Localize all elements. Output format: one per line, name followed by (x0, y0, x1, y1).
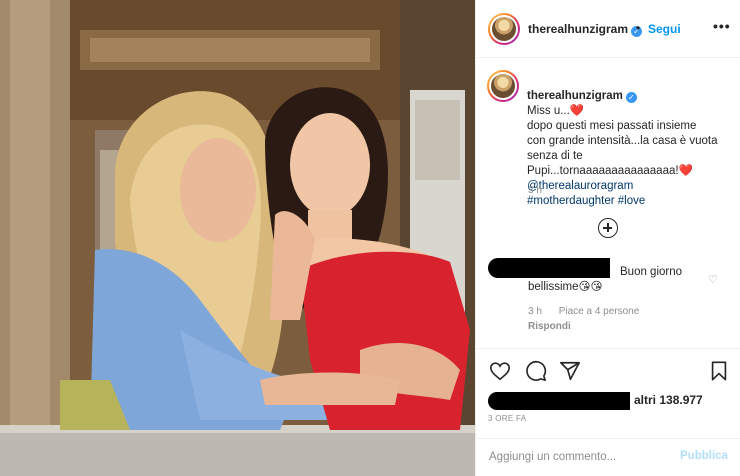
caption-body: Miss u...❤️ dopo questi mesi passati ins… (527, 105, 718, 177)
post-photo[interactable] (0, 0, 475, 476)
caption-tags[interactable]: @therealauroragram #motherdaughter #love (527, 179, 732, 209)
username-text[interactable]: therealhunzigram (528, 22, 628, 36)
photo-illustration (0, 0, 475, 476)
caption-time[interactable]: 3 h (528, 185, 542, 196)
comment-time[interactable]: 3 h (528, 306, 542, 317)
verified-icon: ✓ (625, 92, 637, 103)
more-options-icon[interactable]: ••• (713, 18, 731, 34)
comment-text: Buon giorno bellissime😘😘 (528, 266, 683, 293)
redacted-liker (488, 392, 630, 410)
likes-summary: altri 138.977 (488, 392, 733, 410)
load-more-comments-add-icon[interactable] (598, 218, 618, 238)
caption-username[interactable]: therealhunzigram ✓ (527, 90, 637, 103)
comment-like-icon[interactable]: ♡ (708, 273, 718, 286)
reply-button[interactable]: Rispondi (528, 321, 571, 332)
like-icon[interactable] (489, 360, 511, 382)
separator-dot: • (636, 21, 641, 35)
share-icon[interactable] (559, 360, 581, 382)
avatar[interactable] (488, 13, 520, 45)
publish-button[interactable]: Pubblica (680, 450, 728, 462)
caption-username-text[interactable]: therealhunzigram (527, 90, 623, 102)
caption-text-block: therealhunzigram ✓ Miss u...❤️ dopo quest… (527, 74, 732, 224)
save-icon[interactable] (708, 360, 730, 382)
follow-button[interactable]: Segui (648, 22, 681, 36)
header-username[interactable]: therealhunzigram ✓ (528, 22, 643, 37)
comment-input[interactable] (489, 449, 664, 465)
comment-likes[interactable]: Piace a 4 persone (559, 306, 640, 317)
post-header: therealhunzigram ✓ • Segui ••• (476, 0, 740, 58)
likes-count[interactable]: altri 138.977 (634, 393, 703, 407)
post-timestamp[interactable]: 3 ORE FA (488, 414, 526, 423)
comment-icon[interactable] (525, 360, 547, 382)
add-comment-bar: Pubblica (475, 438, 740, 476)
comment-meta: 3 h Piace a 4 persone (528, 306, 653, 317)
caption-avatar[interactable] (487, 70, 519, 102)
